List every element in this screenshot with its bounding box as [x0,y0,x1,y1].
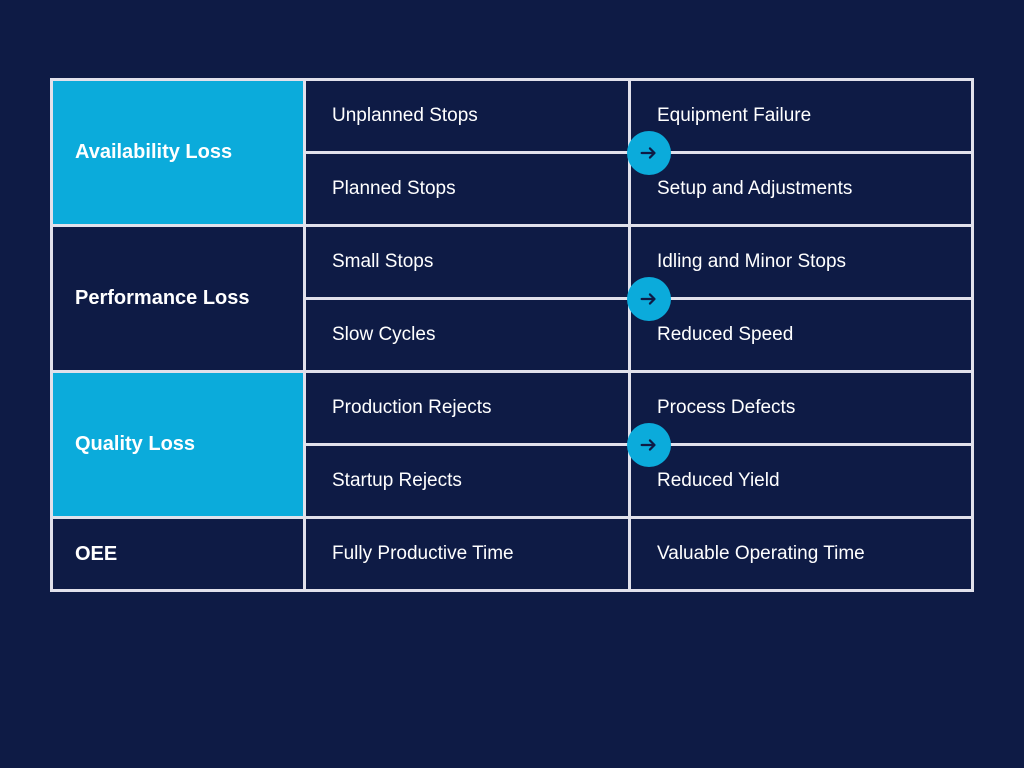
category-cell: Availability Loss [53,81,303,224]
category-label: Quality Loss [75,433,195,456]
oee-loss-cell: Small Stops [306,227,628,297]
six-big-loss-label: Reduced Speed [657,324,793,346]
category-label: Performance Loss [75,287,250,310]
oee-loss-cell: Fully Productive Time [306,519,628,589]
six-big-loss-cell: Valuable Operating Time [631,519,971,589]
arrow-right-icon [627,277,671,321]
category-label: Availability Loss [75,141,232,164]
oee-loss-cell: Planned Stops [306,154,628,224]
six-big-loss-cell: Idling and Minor Stops [631,227,971,297]
oee-loss-label: Slow Cycles [332,324,435,346]
oee-loss-cell: Unplanned Stops [306,81,628,151]
oee-loss-label: Fully Productive Time [332,543,514,565]
oee-loss-label: Startup Rejects [332,470,462,492]
six-big-loss-label: Process Defects [657,397,795,419]
oee-loss-cell: Startup Rejects [306,446,628,516]
six-big-loss-cell: Equipment Failure [631,81,971,151]
row-performance-loss: Performance Loss Small Stops Idling and … [53,227,971,370]
row-quality-loss: Quality Loss Production Rejects Process … [53,373,971,516]
row-availability-loss: Availability Loss Unplanned Stops Equipm… [53,81,971,224]
six-big-loss-cell: Setup and Adjustments [631,154,971,224]
row-details: Fully Productive Time Valuable Operating… [306,519,971,589]
category-cell: Performance Loss [53,227,303,370]
category-cell: OEE [53,519,303,589]
diagram-canvas: Availability Loss Unplanned Stops Equipm… [0,0,1024,768]
detail-line: Fully Productive Time Valuable Operating… [306,519,971,589]
arrow-right-icon [627,423,671,467]
oee-loss-cell: Production Rejects [306,373,628,443]
six-big-loss-cell: Process Defects [631,373,971,443]
six-big-loss-label: Idling and Minor Stops [657,251,846,273]
six-big-loss-label: Setup and Adjustments [657,178,852,200]
oee-loss-label: Unplanned Stops [332,105,478,127]
oee-loss-label: Planned Stops [332,178,456,200]
six-big-loss-label: Valuable Operating Time [657,543,865,565]
oee-loss-cell: Slow Cycles [306,300,628,370]
six-big-loss-cell: Reduced Speed [631,300,971,370]
oee-loss-label: Production Rejects [332,397,491,419]
row-oee: OEE Fully Productive Time Valuable Opera… [53,519,971,589]
category-label: OEE [75,543,117,566]
oee-loss-label: Small Stops [332,251,433,273]
category-cell: Quality Loss [53,373,303,516]
arrow-right-icon [627,131,671,175]
oee-loss-table: Availability Loss Unplanned Stops Equipm… [50,78,974,592]
six-big-loss-label: Reduced Yield [657,470,780,492]
six-big-loss-label: Equipment Failure [657,105,811,127]
six-big-loss-cell: Reduced Yield [631,446,971,516]
